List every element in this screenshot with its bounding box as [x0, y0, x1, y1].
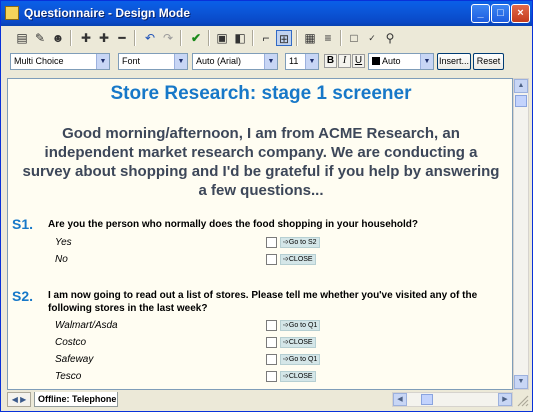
font-value: Font: [122, 56, 141, 66]
route-tag[interactable]: ➩CLOSE: [280, 337, 316, 348]
font-face-value: Auto (Arial): [196, 56, 242, 66]
sheets-icon[interactable]: ≡: [320, 30, 336, 46]
option-label[interactable]: Tesco: [55, 371, 81, 382]
question-number: S1.: [12, 216, 34, 232]
bold-button[interactable]: B: [324, 54, 337, 68]
properties-icon[interactable]: ▣: [214, 30, 230, 46]
questionnaire-window: Questionnaire - Design Mode _ □ × ▤ ✎ ☻ …: [0, 0, 533, 412]
remove-icon[interactable]: ━: [114, 30, 130, 46]
question-text[interactable]: I am now going to read out a list of sto…: [48, 289, 508, 315]
question-type-select[interactable]: Multi Choice ▼: [10, 53, 110, 70]
route-label: CLOSE: [288, 339, 313, 346]
maximize-button[interactable]: □: [491, 4, 510, 23]
option-checkbox[interactable]: [266, 371, 277, 382]
route-tag[interactable]: ➩Go to Q1: [280, 354, 321, 365]
option-checkbox[interactable]: [266, 337, 277, 348]
option-checkbox[interactable]: [266, 354, 277, 365]
option-label[interactable]: Yes: [55, 237, 72, 248]
check-icon[interactable]: ✔: [188, 30, 204, 46]
chevron-down-icon[interactable]: ▼: [305, 54, 318, 69]
scroll-right-icon[interactable]: ▶: [498, 393, 512, 406]
horizontal-scrollbar[interactable]: ◀ ▶: [392, 392, 513, 407]
toolbar-separator: [208, 30, 210, 46]
vertical-scrollbar[interactable]: ▲ ▼: [513, 78, 529, 390]
chevron-down-icon[interactable]: ▼: [174, 54, 187, 69]
font-size-select[interactable]: 11 ▼: [285, 53, 319, 70]
redo-icon[interactable]: ↷: [160, 30, 176, 46]
structure-icon[interactable]: ⊞: [276, 30, 292, 46]
scroll-thumb[interactable]: [515, 95, 527, 107]
chevron-down-icon[interactable]: ▼: [264, 54, 277, 69]
option-label[interactable]: Costco: [55, 337, 86, 348]
route-tag[interactable]: ➩CLOSE: [280, 254, 316, 265]
route-label: CLOSE: [288, 373, 313, 380]
find-icon[interactable]: ⚲: [382, 30, 398, 46]
spellcheck-icon[interactable]: ✓: [364, 30, 380, 46]
tab-navigation-arrows[interactable]: ◀ ▶: [7, 392, 31, 407]
design-view-icon[interactable]: ▤: [14, 30, 30, 46]
bottom-bar: ◀ ▶ Offline: Telephone ◀ ▶: [7, 392, 529, 409]
close-button[interactable]: ×: [511, 4, 530, 23]
option-label[interactable]: Walmart/Asda: [55, 320, 118, 331]
question-type-value: Multi Choice: [14, 56, 64, 66]
format-toolbar: Multi Choice ▼ Font ▼ Auto (Arial) ▼ 11 …: [4, 51, 530, 75]
scroll-left-icon[interactable]: ◀: [393, 393, 407, 406]
route-label: Go to Q1: [288, 356, 318, 363]
survey-intro[interactable]: Good morning/afternoon, I am from ACME R…: [20, 124, 502, 200]
font-select[interactable]: Font ▼: [118, 53, 188, 70]
minimize-button[interactable]: _: [471, 4, 490, 23]
route-tag[interactable]: ➩Go to Q1: [280, 320, 321, 331]
color-select[interactable]: Auto ▼: [368, 53, 434, 70]
window-title: Questionnaire - Design Mode: [24, 6, 191, 20]
route-label: CLOSE: [288, 256, 313, 263]
insert-button[interactable]: Insert...: [437, 53, 471, 70]
reset-button[interactable]: Reset: [473, 53, 504, 70]
route-label: Go to S2: [288, 239, 317, 246]
people-icon[interactable]: ☻: [50, 30, 66, 46]
main-toolbar: ▤ ✎ ☻ ✚ ✚ ━ ↶ ↷ ✔ ▣ ◧ ⌐ ⊞ ▦ ≡ □ ✓ ⚲: [4, 27, 530, 49]
font-face-select[interactable]: Auto (Arial) ▼: [192, 53, 278, 70]
underline-button[interactable]: U: [352, 54, 365, 68]
route-tag[interactable]: ➩Go to S2: [280, 237, 320, 248]
question-text[interactable]: Are you the person who normally does the…: [48, 218, 508, 231]
route-label: Go to Q1: [288, 322, 318, 329]
tab-offline-telephone[interactable]: Offline: Telephone: [34, 392, 118, 407]
italic-button[interactable]: I: [338, 54, 351, 68]
toolbar-separator: [70, 30, 72, 46]
scroll-down-icon[interactable]: ▼: [514, 375, 528, 389]
toolbar-separator: [134, 30, 136, 46]
app-icon: [5, 6, 19, 20]
toolbar-separator: [180, 30, 182, 46]
questionnaire-document[interactable]: Store Research: stage 1 screener Good mo…: [7, 78, 513, 390]
paint-icon[interactable]: ✎: [32, 30, 48, 46]
title-bar[interactable]: Questionnaire - Design Mode _ □ ×: [1, 1, 532, 26]
preview-icon[interactable]: □: [346, 30, 362, 46]
toolbar-separator: [252, 30, 254, 46]
color-value: Auto: [382, 56, 401, 66]
chevron-down-icon[interactable]: ▼: [420, 54, 433, 69]
chevron-down-icon[interactable]: ▼: [96, 54, 109, 69]
question-number: S2.: [12, 288, 34, 304]
scroll-thumb[interactable]: [421, 394, 433, 405]
toolbar-separator: [296, 30, 298, 46]
add-branch-icon[interactable]: ✚: [96, 30, 112, 46]
scroll-up-icon[interactable]: ▲: [514, 79, 528, 93]
add-icon[interactable]: ✚: [78, 30, 94, 46]
survey-heading[interactable]: Store Research: stage 1 screener: [8, 83, 512, 105]
route-tag[interactable]: ➩CLOSE: [280, 371, 316, 382]
font-size-value: 11: [289, 56, 299, 66]
layout-icon[interactable]: ◧: [232, 30, 248, 46]
table-icon[interactable]: ▦: [302, 30, 318, 46]
resize-grip-icon[interactable]: [515, 393, 529, 407]
option-checkbox[interactable]: [266, 254, 277, 265]
option-label[interactable]: No: [55, 254, 68, 265]
color-swatch: [372, 57, 380, 65]
option-checkbox[interactable]: [266, 237, 277, 248]
option-label[interactable]: Safeway: [55, 354, 93, 365]
option-checkbox[interactable]: [266, 320, 277, 331]
tree-icon[interactable]: ⌐: [258, 30, 274, 46]
toolbar-separator: [340, 30, 342, 46]
undo-icon[interactable]: ↶: [142, 30, 158, 46]
